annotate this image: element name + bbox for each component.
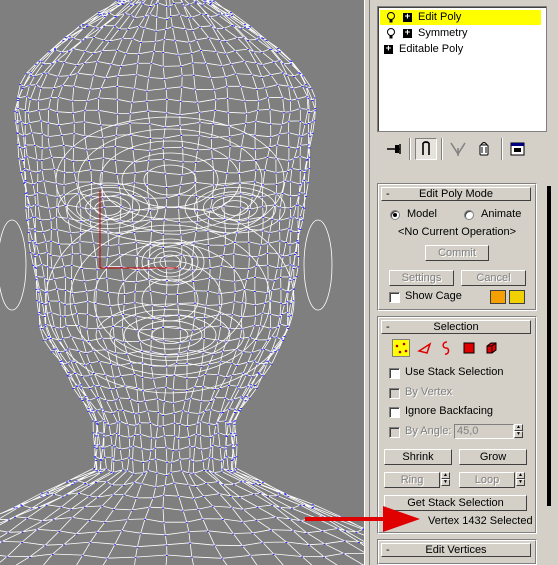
- toolbar-separator: [501, 138, 503, 160]
- by-vertex-checkbox[interactable]: [389, 388, 400, 399]
- by-angle-spinner-field[interactable]: 45,0: [454, 424, 514, 439]
- lightbulb-icon[interactable]: [386, 27, 396, 40]
- edge-icon[interactable]: [416, 339, 434, 357]
- face-edge-loop: [141, 242, 199, 282]
- toolbar-separator: [441, 138, 443, 160]
- polygon-icon[interactable]: [460, 339, 478, 357]
- rollout-title: Selection: [433, 321, 479, 333]
- edit-vertices-header[interactable]: - Edit Vertices: [381, 543, 531, 557]
- model-label: Model: [407, 208, 437, 220]
- face-edge-loop: [55, 116, 285, 244]
- grow-button[interactable]: Grow: [459, 449, 527, 465]
- edit-poly-mode-header[interactable]: - Edit Poly Mode: [381, 187, 531, 201]
- commit-button[interactable]: Commit: [425, 245, 489, 261]
- pin-stack-icon[interactable]: [383, 138, 405, 160]
- stack-item-symmetry[interactable]: + Symmetry: [380, 26, 541, 41]
- expand-plus-icon[interactable]: +: [403, 13, 412, 22]
- scrollbar-thumb[interactable]: [547, 186, 551, 506]
- face-edge-loop: [85, 195, 131, 221]
- selection-header[interactable]: - Selection: [381, 320, 531, 334]
- face-edge-loop: [57, 182, 159, 234]
- show-cage-label: Show Cage: [405, 290, 462, 302]
- ear-edge-loop: [0, 219, 27, 311]
- ring-spinner-icon[interactable]: ▲ ▼: [441, 472, 450, 487]
- animate-radio[interactable]: [464, 210, 474, 220]
- shrink-button[interactable]: Shrink: [384, 449, 452, 465]
- wireframe-head-mesh: [0, 0, 364, 565]
- element-icon[interactable]: [482, 339, 500, 357]
- by-angle-spinner-arrows[interactable]: ▲ ▼: [514, 424, 523, 439]
- use-stack-selection-label: Use Stack Selection: [405, 366, 504, 378]
- expand-plus-icon[interactable]: +: [403, 29, 412, 38]
- collapse-minus-icon: -: [386, 544, 390, 556]
- stack-toolbar: [377, 136, 547, 164]
- ear-edge-loop: [303, 219, 333, 311]
- face-edge-loop: [193, 186, 277, 229]
- border-icon[interactable]: [438, 339, 456, 357]
- remove-modifier-icon[interactable]: [473, 138, 495, 160]
- model-radio[interactable]: [390, 210, 400, 220]
- face-edge-loop: [109, 309, 231, 361]
- edit-poly-mode-rollout: - Edit Poly Mode Model Animate <No Curre…: [377, 183, 537, 311]
- loop-spinner-icon[interactable]: ▲ ▼: [516, 472, 525, 487]
- by-angle-label: By Angle:: [405, 425, 452, 437]
- face-edge-loop: [121, 152, 219, 208]
- ring-button[interactable]: Ring: [384, 472, 440, 488]
- stack-item-label: Symmetry: [418, 27, 468, 39]
- command-panel: + Edit Poly + Symmetry + Editable Poly -…: [370, 0, 558, 565]
- modifier-stack-list[interactable]: + Edit Poly + Symmetry + Editable Poly: [377, 6, 547, 132]
- stack-item-editable-poly[interactable]: + Editable Poly: [380, 42, 541, 57]
- stack-item-edit-poly[interactable]: + Edit Poly: [380, 10, 541, 25]
- vertex-icon[interactable]: [392, 339, 410, 357]
- face-edge-loop: [147, 246, 193, 278]
- stack-item-label: Editable Poly: [399, 43, 464, 55]
- show-cage-checkbox[interactable]: [389, 292, 400, 303]
- use-stack-selection-checkbox[interactable]: [389, 368, 400, 379]
- by-angle-checkbox[interactable]: [389, 427, 400, 438]
- ignore-backfacing-label: Ignore Backfacing: [405, 405, 494, 417]
- lightbulb-icon[interactable]: [386, 11, 396, 24]
- face-edge-loop: [93, 242, 247, 358]
- show-end-result-icon[interactable]: [415, 138, 437, 160]
- by-vertex-label: By Vertex: [405, 386, 453, 398]
- settings-button[interactable]: Settings: [389, 270, 454, 286]
- cancel-button[interactable]: Cancel: [461, 270, 526, 286]
- selection-rollout: - Selection Use Stack Selection By Verte…: [377, 316, 537, 534]
- rollout-title: Edit Poly Mode: [419, 188, 493, 200]
- stack-item-label: Edit Poly: [418, 11, 462, 23]
- cage-color-swatch[interactable]: [490, 290, 506, 304]
- face-edge-loop: [184, 182, 286, 234]
- face-edge-loop: [143, 164, 197, 196]
- collapse-minus-icon: -: [386, 188, 390, 200]
- animate-label: Animate: [481, 208, 522, 220]
- edit-vertices-rollout: - Edit Vertices: [377, 539, 537, 565]
- configure-modifier-sets-icon[interactable]: [507, 138, 529, 160]
- loop-button[interactable]: Loop: [459, 472, 515, 488]
- expand-plus-icon[interactable]: +: [384, 45, 393, 54]
- panel-scrollbar[interactable]: [546, 176, 556, 565]
- selection-status-text: Vertex 1432 Selected: [428, 515, 533, 527]
- current-operation-text: <No Current Operation>: [397, 226, 516, 238]
- ignore-backfacing-checkbox[interactable]: [389, 407, 400, 418]
- get-stack-selection-button[interactable]: Get Stack Selection: [384, 495, 527, 511]
- collapse-minus-icon: -: [386, 321, 390, 333]
- rollout-title: Edit Vertices: [425, 544, 487, 556]
- toolbar-separator: [409, 138, 411, 160]
- subobject-toolbar: [392, 339, 522, 359]
- face-edge-loop: [159, 254, 181, 270]
- cage-selected-color-swatch[interactable]: [509, 290, 525, 304]
- mesh-edges: [0, 0, 364, 565]
- viewport[interactable]: [0, 0, 364, 565]
- make-unique-icon[interactable]: [447, 138, 469, 160]
